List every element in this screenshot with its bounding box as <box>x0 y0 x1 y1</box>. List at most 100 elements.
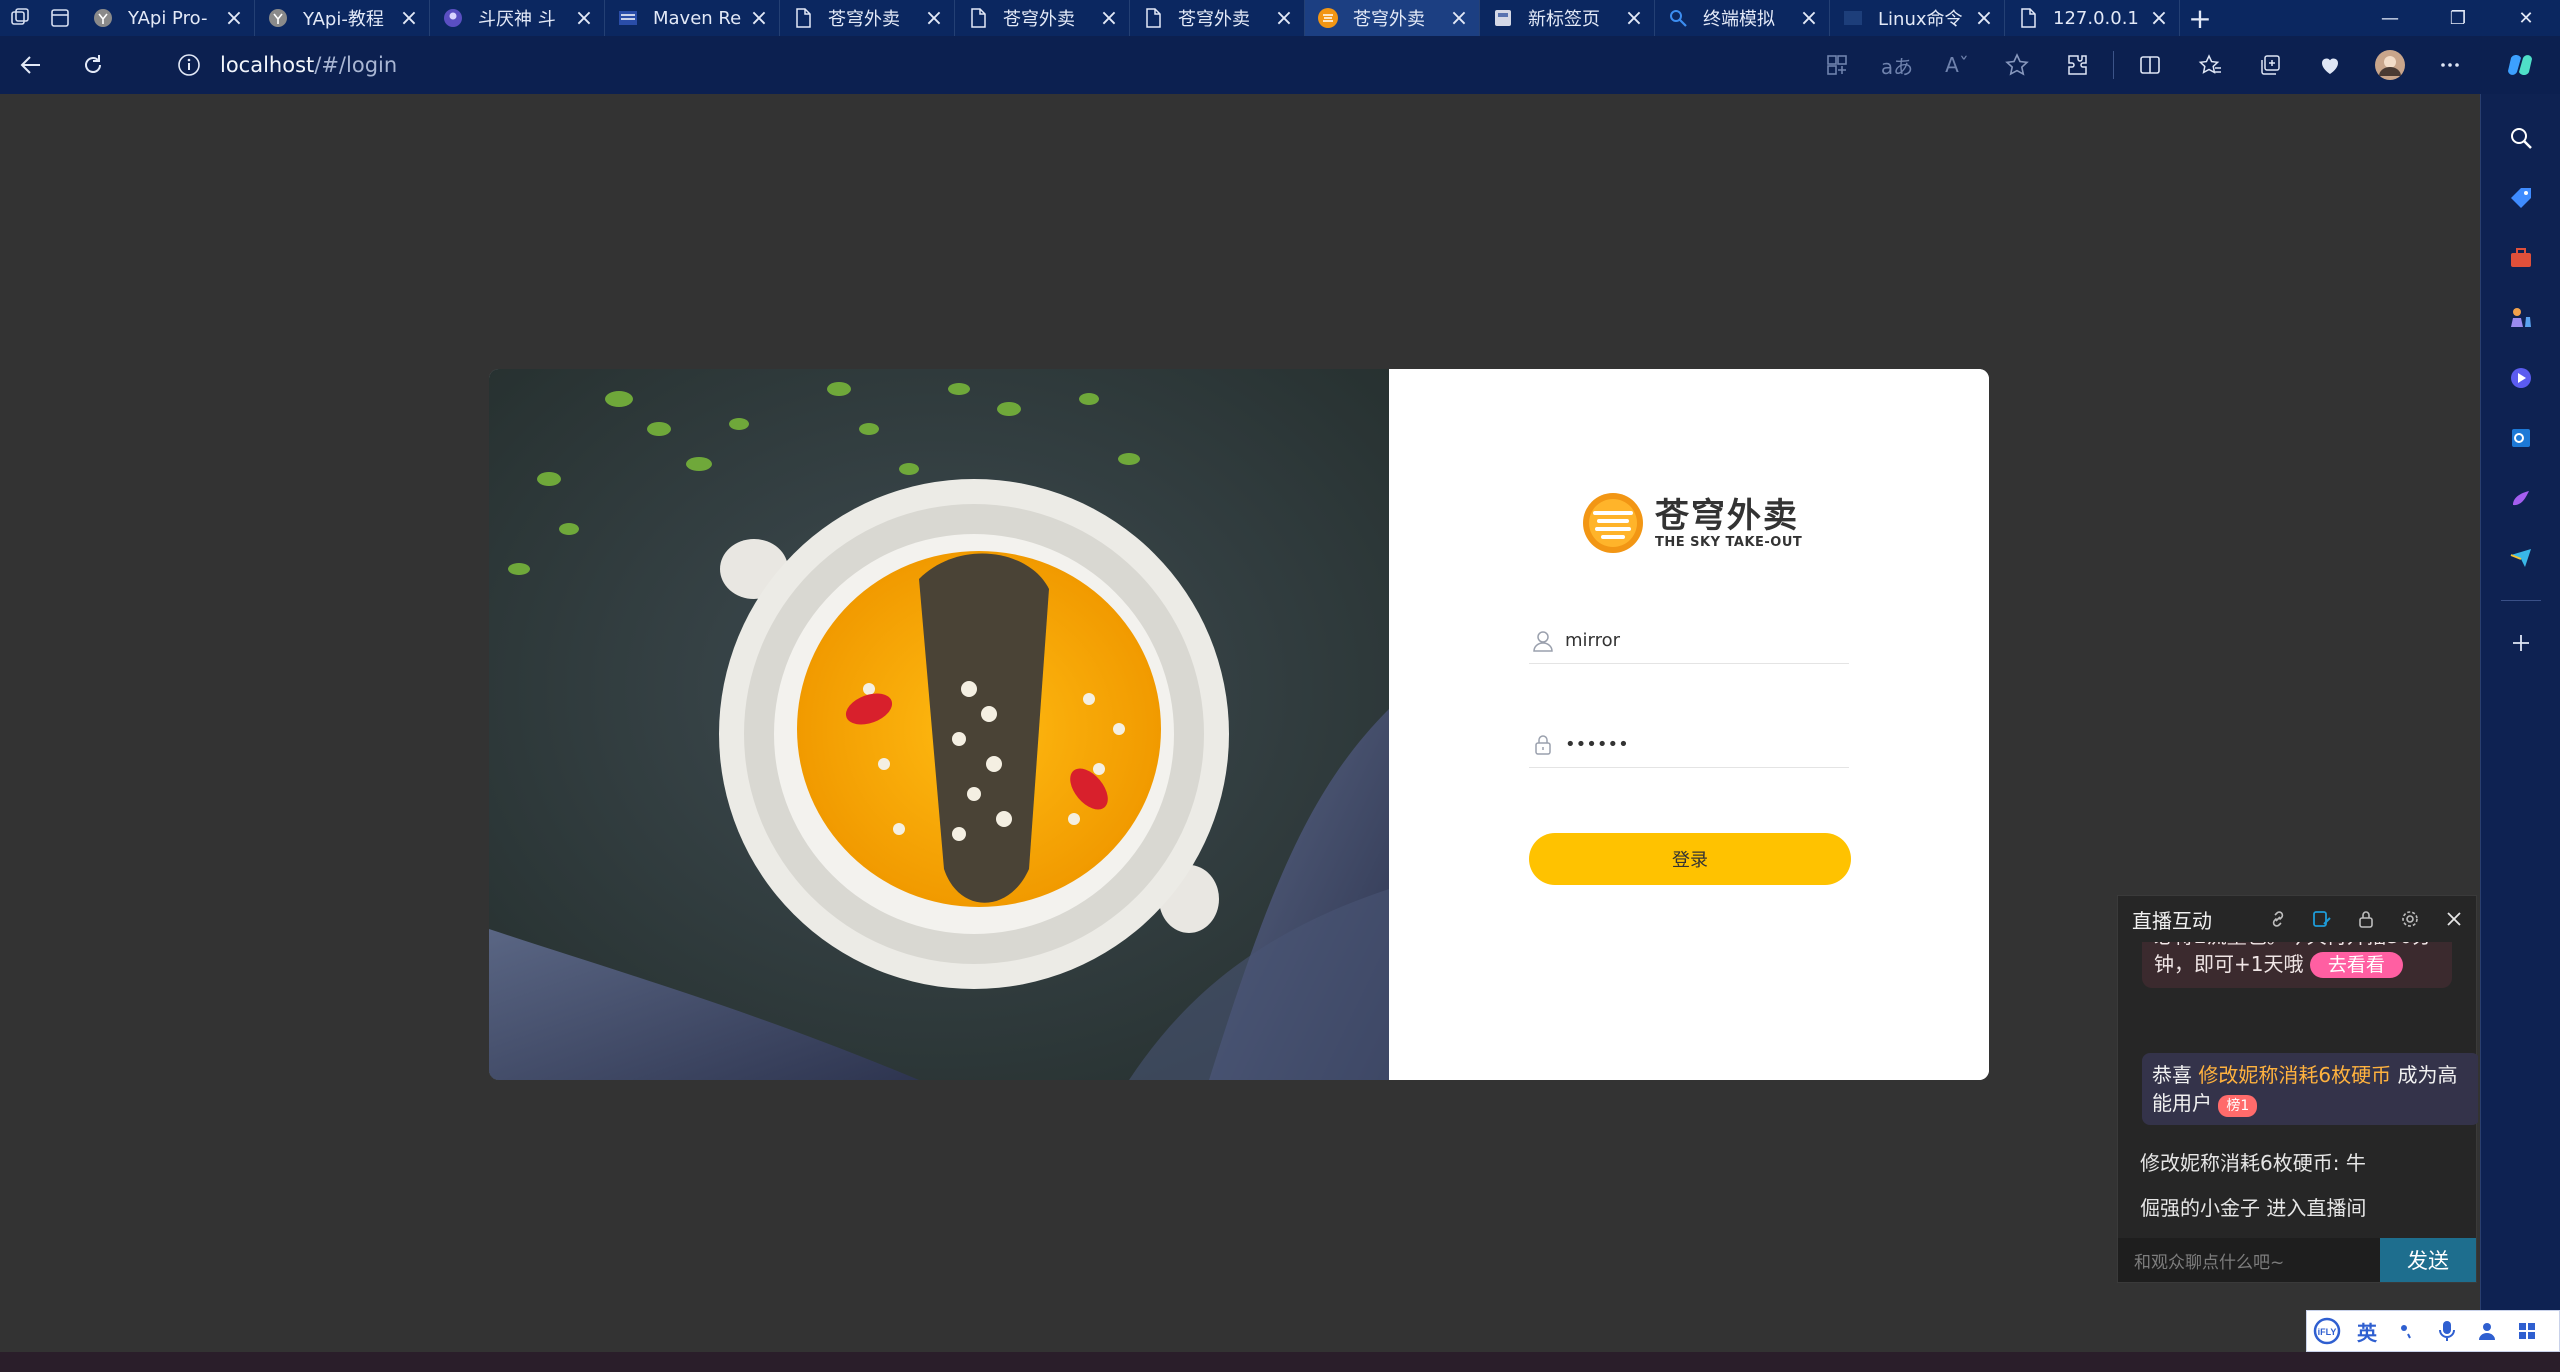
toolbar-divider <box>2113 51 2114 79</box>
tab-close-icon[interactable]: × <box>574 6 594 31</box>
tab-title: 斗厌神 斗 <box>478 9 556 30</box>
extensions-icon[interactable] <box>2047 36 2107 94</box>
search-icon[interactable] <box>2499 116 2543 160</box>
tab-close-icon[interactable]: × <box>224 6 244 31</box>
tab-title: 苍穹外卖 <box>1003 9 1075 30</box>
favorite-star-icon[interactable] <box>1987 36 2047 94</box>
login-button[interactable]: 登录 <box>1529 833 1851 885</box>
tab-12[interactable]: 127.0.0.1 × <box>2005 0 2180 36</box>
translate-icon[interactable]: aあ <box>1867 36 1927 94</box>
username-field[interactable]: mirror <box>1529 618 1849 664</box>
tab-title: Maven Re <box>653 7 742 29</box>
tab-close-icon[interactable]: × <box>1449 6 1469 31</box>
back-button[interactable] <box>0 36 62 94</box>
tab-3[interactable]: 斗厌神 斗 × <box>430 0 605 36</box>
tab-11[interactable]: Linux命令 × <box>1830 0 2005 36</box>
new-tab-button[interactable]: + <box>2180 2 2220 35</box>
promo-message: 必得2流量包。今天再开播30分钟，即可+1天哦 去看看 <box>2142 942 2452 988</box>
tab-title: 新标签页 <box>1528 9 1600 30</box>
tools-briefcase-icon[interactable] <box>2499 236 2543 280</box>
live-panel-header: 直播互动 <box>2118 896 2476 942</box>
tab-6[interactable]: 苍穹外卖 × <box>955 0 1130 36</box>
close-icon[interactable] <box>2432 896 2476 942</box>
tab-close-icon[interactable]: × <box>1974 6 1994 31</box>
app-available-icon[interactable] <box>1807 36 1867 94</box>
tab-close-icon[interactable]: × <box>924 6 944 31</box>
password-field[interactable]: •••••• <box>1529 722 1849 768</box>
tab-2[interactable]: YApi-教程 × <box>255 0 430 36</box>
collections-icon[interactable] <box>2240 36 2300 94</box>
page-icon <box>1142 7 1164 29</box>
profile-avatar[interactable] <box>2360 36 2420 94</box>
filter-icon[interactable] <box>2300 896 2344 942</box>
sidebar-divider <box>2500 600 2541 601</box>
congrats-prefix: 恭喜 <box>2152 1063 2192 1087</box>
send-button[interactable]: 发送 <box>2380 1238 2476 1282</box>
settings-gear-icon[interactable] <box>2388 896 2432 942</box>
logo-chinese-name: 苍穹外卖 <box>1655 495 1799 536</box>
edge-sidebar <box>2480 94 2560 1372</box>
tab-8[interactable]: 苍穹外卖 × <box>1305 0 1480 36</box>
tab-close-icon[interactable]: × <box>399 6 419 31</box>
refresh-button[interactable] <box>62 36 124 94</box>
login-form: 苍穹外卖 THE SKY TAKE-OUT mirror •••••• 登录 <box>1389 369 1989 1080</box>
punctuation-icon[interactable] <box>2387 1311 2427 1351</box>
browser-toolbar: aあ Aˇ <box>1807 36 2560 94</box>
tab-close-icon[interactable]: × <box>1799 6 1819 31</box>
sky-logo-icon <box>1583 493 1643 553</box>
settings-more-icon[interactable] <box>2420 36 2480 94</box>
tab-close-icon[interactable]: × <box>1274 6 1294 31</box>
live-interaction-panel: 直播互动 必得2流量包。今天再开播30分钟，即可+1天哦 去看看 恭喜 修改妮称… <box>2117 895 2478 1283</box>
congrats-username[interactable]: 修改妮称消耗6枚硬币 <box>2198 1063 2391 1087</box>
add-sidebar-app-icon[interactable] <box>2499 621 2543 665</box>
tab-close-icon[interactable]: × <box>749 6 769 31</box>
lock-icon <box>1529 731 1557 759</box>
games-chess-icon[interactable] <box>2499 296 2543 340</box>
user-account-icon[interactable] <box>2467 1311 2507 1351</box>
workspaces-icon[interactable] <box>0 0 40 36</box>
minimize-button[interactable]: — <box>2356 0 2424 36</box>
drop-icon[interactable] <box>2499 476 2543 520</box>
tab-close-icon[interactable]: × <box>1099 6 1119 31</box>
copilot-sidebar-icon[interactable] <box>2499 356 2543 400</box>
promo-go-button[interactable]: 去看看 <box>2309 952 2403 978</box>
tab-title: 127.0.0.1 <box>2053 7 2139 29</box>
restore-button[interactable]: ❐ <box>2424 0 2492 36</box>
tab-4[interactable]: Maven Re × <box>605 0 780 36</box>
ime-language-toggle[interactable]: 英 <box>2347 1311 2387 1351</box>
tab-9[interactable]: 新标签页 × <box>1480 0 1655 36</box>
shopping-tag-icon[interactable] <box>2499 176 2543 220</box>
read-aloud-icon[interactable]: Aˇ <box>1927 36 1987 94</box>
user-icon <box>1529 627 1557 655</box>
page-icon <box>967 7 989 29</box>
link-icon[interactable] <box>2256 896 2300 942</box>
toolbox-grid-icon[interactable] <box>2507 1311 2547 1351</box>
url-field[interactable]: localhost/#/login <box>152 44 1752 86</box>
tab-5[interactable]: 苍穹外卖 × <box>780 0 955 36</box>
tab-close-icon[interactable]: × <box>1624 6 1644 31</box>
logo-english-name: THE SKY TAKE-OUT <box>1655 534 1803 550</box>
search-icon <box>1667 7 1689 29</box>
url-path: /#/login <box>314 53 398 77</box>
site-info-icon[interactable] <box>172 48 206 82</box>
tab-close-icon[interactable]: × <box>2149 6 2169 31</box>
favorites-icon[interactable] <box>2180 36 2240 94</box>
copilot-icon[interactable] <box>2480 36 2560 94</box>
tab-strip: YApi Pro- × YApi-教程 × 斗厌神 斗 × Maven Re × 苍穹外卖 × 苍穹… <box>0 0 2560 36</box>
sky-takeout-logo: 苍穹外卖 THE SKY TAKE-OUT <box>1577 491 1802 555</box>
outlook-icon[interactable] <box>2499 416 2543 460</box>
tab-10[interactable]: 终端模拟 × <box>1655 0 1830 36</box>
login-card: 苍穹外卖 THE SKY TAKE-OUT mirror •••••• 登录 <box>489 369 1989 1080</box>
tab-title: YApi Pro- <box>128 7 208 29</box>
ime-logo-icon[interactable]: iFLY <box>2307 1311 2347 1351</box>
login-food-photo <box>489 369 1389 1080</box>
microphone-icon[interactable] <box>2427 1311 2467 1351</box>
close-window-button[interactable]: ✕ <box>2492 0 2560 36</box>
browser-essentials-icon[interactable] <box>2300 36 2360 94</box>
tab-7[interactable]: 苍穹外卖 × <box>1130 0 1305 36</box>
send-paper-plane-icon[interactable] <box>2499 536 2543 580</box>
tab-actions-icon[interactable] <box>40 0 80 36</box>
lock-panel-icon[interactable] <box>2344 896 2388 942</box>
tab-1[interactable]: YApi Pro- × <box>80 0 255 36</box>
split-screen-icon[interactable] <box>2120 36 2180 94</box>
